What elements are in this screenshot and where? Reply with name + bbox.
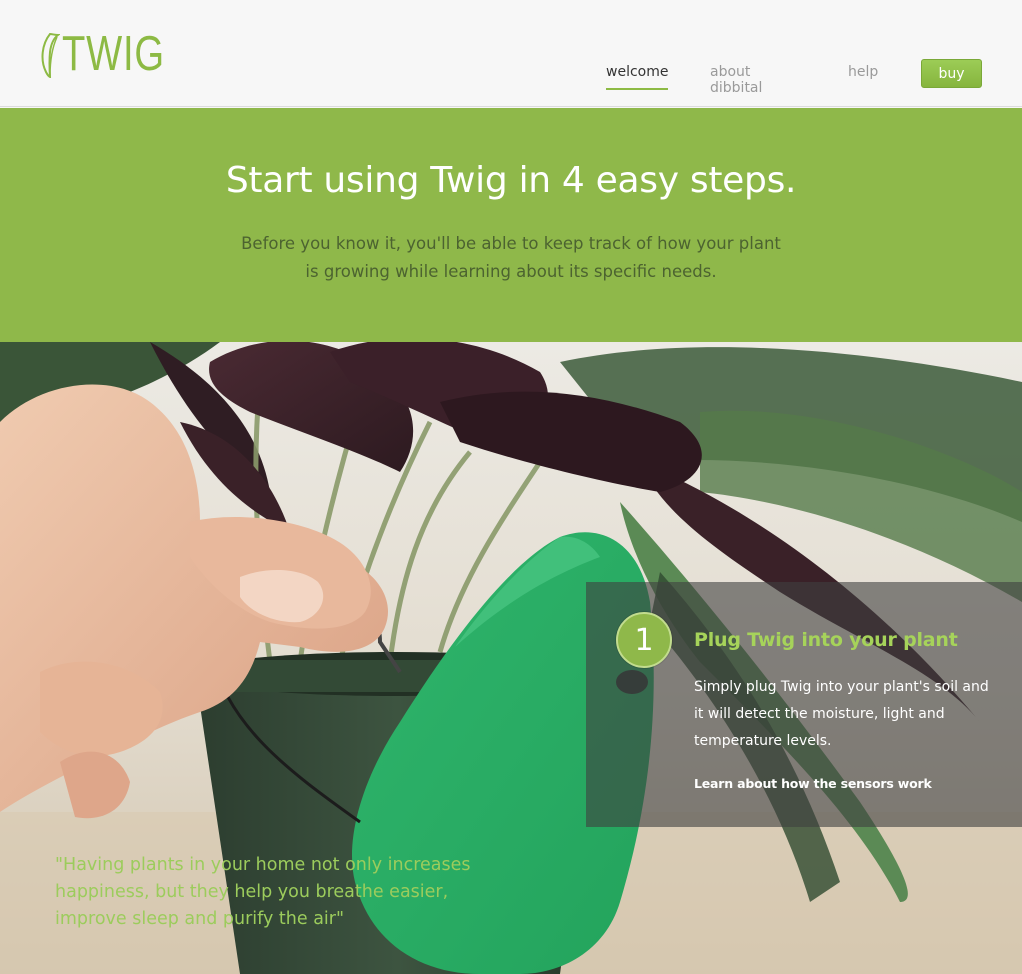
step-number-badge: 1	[616, 612, 672, 668]
hero-photo: "Having plants in your home not only inc…	[0, 342, 1022, 974]
nav-help[interactable]: help	[848, 64, 878, 80]
step-card: 1 Plug Twig into your plant Simply plug …	[586, 582, 1022, 827]
site-header: TWIG welcome about dibbital help buy	[0, 0, 1022, 107]
logo[interactable]: TWIG	[40, 30, 194, 79]
hero-banner: Start using Twig in 4 easy steps. Before…	[0, 108, 1022, 342]
step-title: Plug Twig into your plant	[694, 629, 958, 651]
hero-title: Start using Twig in 4 easy steps.	[225, 160, 797, 201]
leaf-icon	[40, 32, 60, 78]
step-description: Simply plug Twig into your plant's soil …	[694, 679, 989, 749]
nav-welcome[interactable]: welcome	[606, 64, 669, 90]
learn-sensors-link[interactable]: Learn about how the sensors work	[694, 776, 932, 791]
buy-button[interactable]: buy	[921, 59, 982, 88]
logo-text: TWIG	[62, 27, 165, 81]
quote-text: "Having plants in your home not only inc…	[55, 855, 471, 929]
nav-about-dibbital[interactable]: about dibbital	[710, 64, 762, 96]
hero-subtitle: Before you know it, you'll be able to ke…	[241, 234, 781, 281]
